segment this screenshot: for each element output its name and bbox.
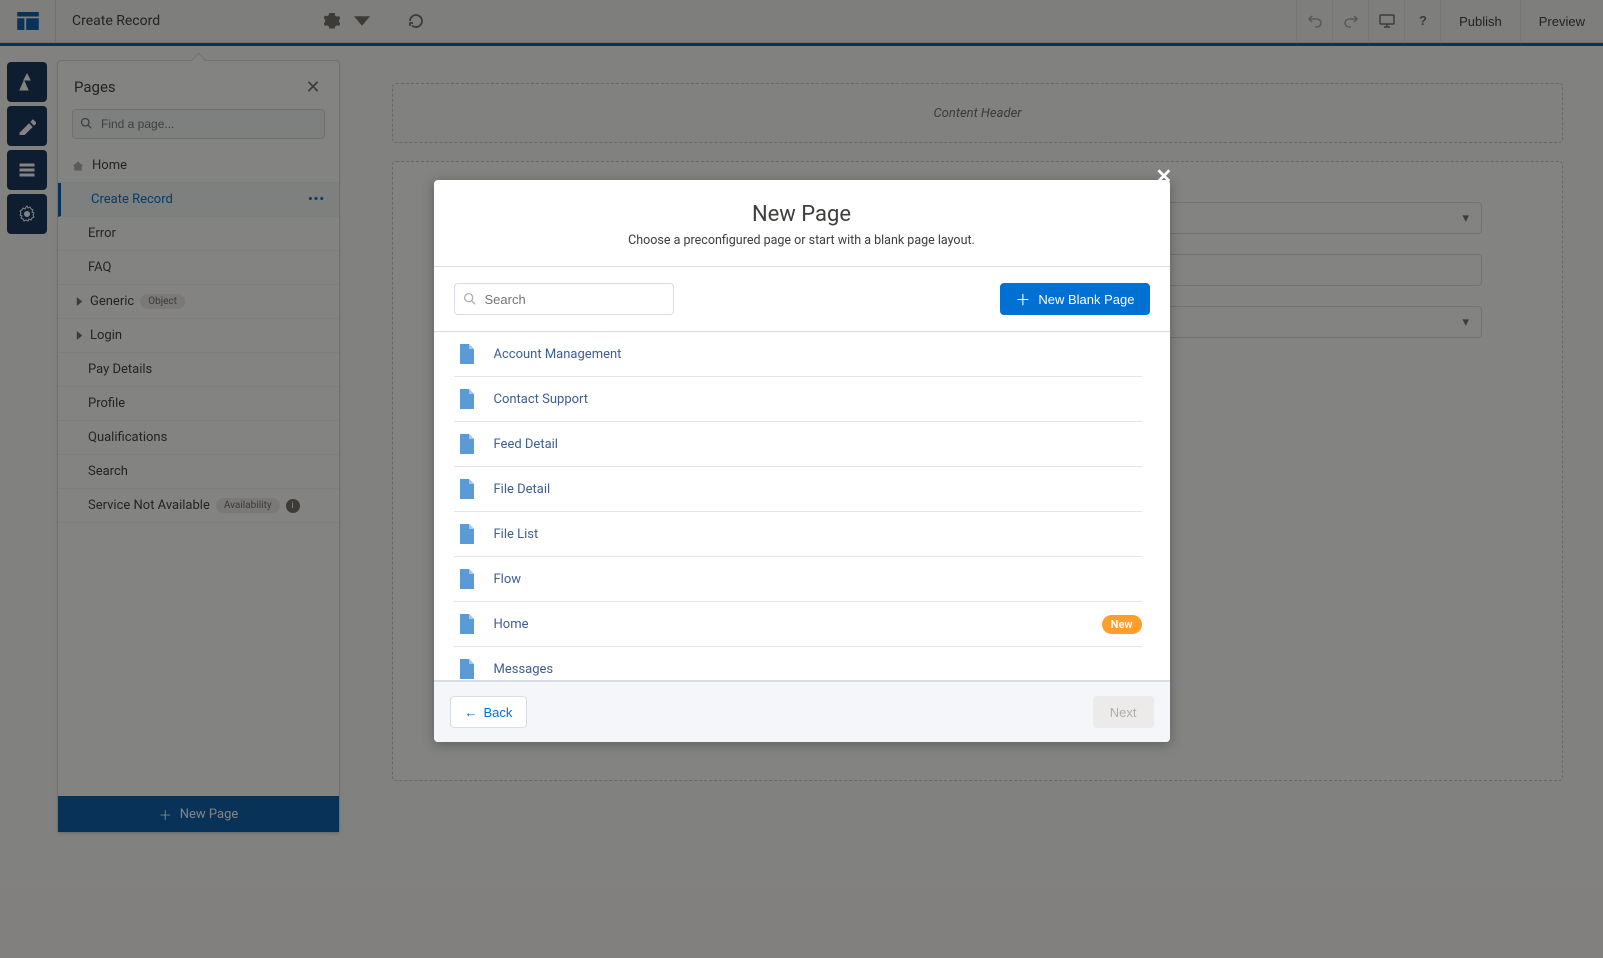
search-icon: [463, 292, 476, 305]
template-row-file-detail[interactable]: File Detail: [454, 467, 1142, 512]
next-button[interactable]: Next: [1093, 696, 1154, 728]
template-row-messages[interactable]: Messages: [454, 647, 1142, 681]
template-row-account-management[interactable]: Account Management: [454, 332, 1142, 377]
new-blank-page-button[interactable]: ＋ New Blank Page: [1000, 283, 1149, 315]
template-row-flow[interactable]: Flow: [454, 557, 1142, 602]
template-row-file-list[interactable]: File List: [454, 512, 1142, 557]
template-name: Home: [494, 617, 529, 632]
template-name: Account Management: [494, 347, 622, 362]
template-name: Messages: [494, 662, 554, 677]
template-name: Flow: [494, 572, 522, 587]
back-label: Back: [484, 705, 513, 720]
arrow-left-icon: ←: [465, 705, 478, 720]
modal-close-icon[interactable]: ✕: [1156, 164, 1173, 188]
template-name: File List: [494, 527, 539, 542]
modal-subtitle: Choose a preconfigured page or start wit…: [454, 233, 1150, 248]
back-button[interactable]: ← Back: [450, 696, 528, 728]
next-label: Next: [1110, 705, 1137, 720]
new-badge: New: [1102, 615, 1142, 634]
template-name: File Detail: [494, 482, 551, 497]
template-name: Contact Support: [494, 392, 589, 407]
template-row-feed-detail[interactable]: Feed Detail: [454, 422, 1142, 467]
new-blank-page-label: New Blank Page: [1038, 292, 1134, 307]
template-row-contact-support[interactable]: Contact Support: [454, 377, 1142, 422]
template-name: Feed Detail: [494, 437, 558, 452]
new-page-modal: New Page Choose a preconfigured page or …: [434, 180, 1170, 742]
template-search-input[interactable]: [454, 283, 674, 315]
template-row-home[interactable]: Home New: [454, 602, 1142, 647]
template-list: Account Management Contact Support Feed De…: [446, 332, 1150, 681]
plus-icon: ＋: [1015, 289, 1030, 310]
modal-title: New Page: [454, 202, 1150, 227]
